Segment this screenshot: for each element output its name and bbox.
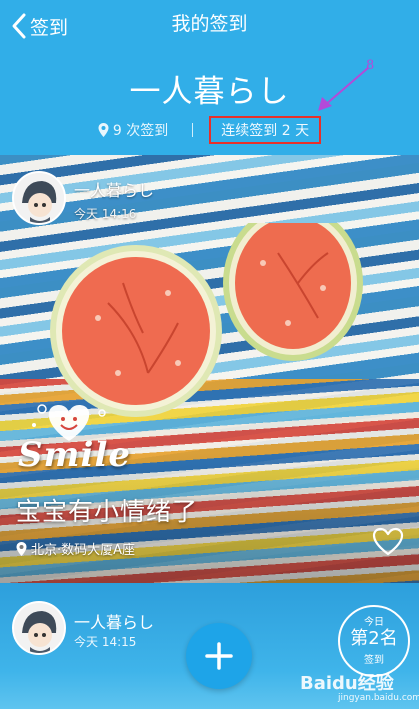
- add-checkin-button[interactable]: [186, 623, 252, 689]
- checkin-count-label: 9 次签到: [112, 123, 169, 139]
- post-caption: 宝宝有小情绪了: [16, 497, 199, 526]
- streak-label: 连续签到 2 天: [209, 116, 322, 144]
- sticker-text: Smile: [18, 435, 131, 475]
- annotation-arrow-icon: [318, 67, 369, 111]
- heart-outline-icon[interactable]: [372, 527, 404, 557]
- location-pin-icon: [16, 541, 27, 556]
- next-post-area: 一人暮らし 今天 14:15 今日 第2名 签到 Baidu经验 jingyan…: [0, 583, 419, 709]
- avatar-image: [14, 603, 64, 653]
- avatar[interactable]: [12, 601, 66, 655]
- location-pin-icon: [98, 123, 109, 137]
- post-username[interactable]: 一人暮らし: [74, 177, 154, 201]
- watermark-brand: Baidu经验: [300, 673, 394, 694]
- rank-badge: 今日 第2名 签到: [338, 605, 410, 677]
- post-location-label: 北京·数码大厦A座: [31, 543, 136, 558]
- plus-icon: [205, 642, 233, 670]
- rank-badge-bottom: 签到: [364, 655, 384, 666]
- next-post-time: 今天 14:15: [74, 635, 137, 649]
- watermark-url: jingyan.baidu.com: [338, 693, 419, 703]
- header: 签到 我的签到 一人暮らし 9 次签到 连续签到 2 天 8: [0, 0, 419, 155]
- post-time: 今天 14:16: [74, 207, 137, 221]
- next-post-username[interactable]: 一人暮らし: [74, 609, 154, 633]
- post-card[interactable]: 一人暮らし 今天 14:16 Smile 宝宝有小情绪了 北京·数码大厦A座: [0, 155, 419, 583]
- stats-row: 9 次签到 连续签到 2 天: [0, 116, 419, 144]
- page-title: 我的签到: [171, 13, 248, 35]
- stats-divider: [192, 123, 194, 137]
- post-location[interactable]: 北京·数码大厦A座: [16, 539, 135, 558]
- rank-badge-main: 第2名: [350, 628, 398, 649]
- rank-badge-top: 今日: [364, 617, 384, 628]
- avatar-image: [14, 173, 64, 223]
- checkin-count: 9 次签到: [98, 120, 168, 140]
- avatar[interactable]: [12, 171, 66, 225]
